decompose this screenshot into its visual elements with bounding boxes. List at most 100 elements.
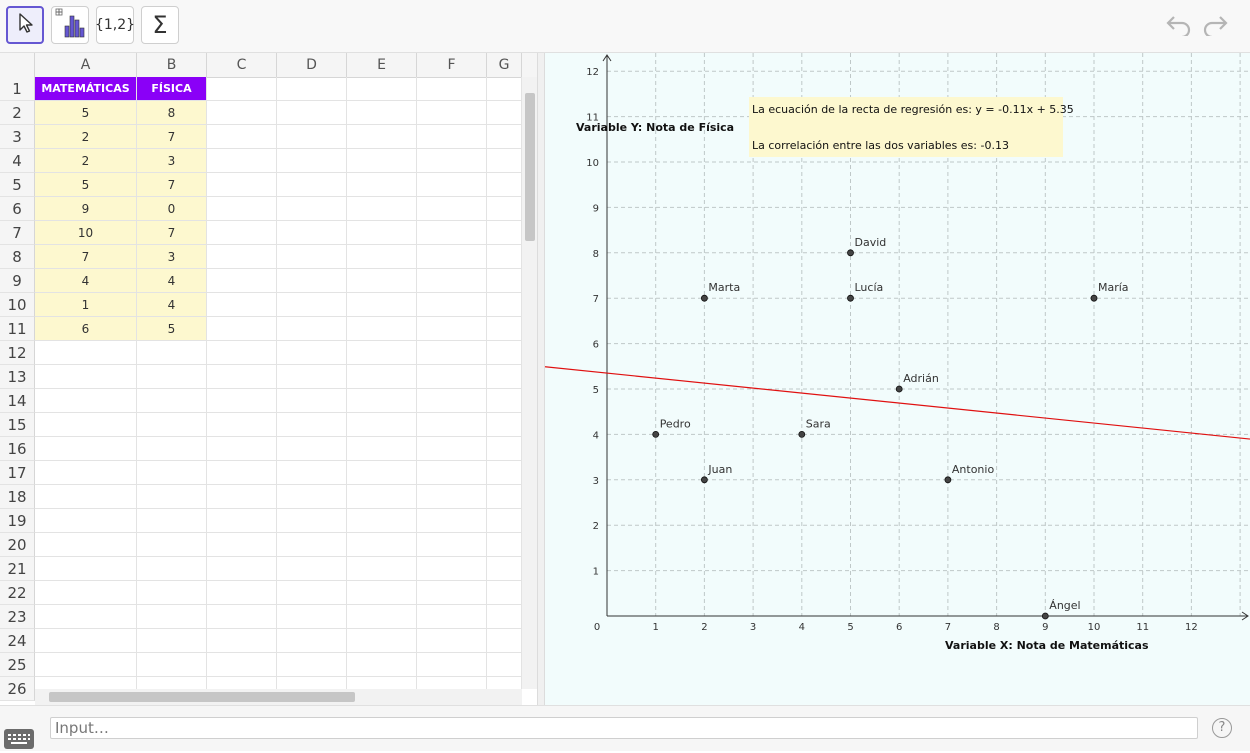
empty-cell[interactable] [487,245,522,269]
empty-cell[interactable] [207,125,277,149]
spreadsheet-view[interactable]: ABCDEFG 1 MATEMÁTICAS FÍSICA 2 5 8 3 2 7 4 2 3 5 5 7 6 9… [0,53,537,705]
empty-cell[interactable] [207,413,277,437]
data-point[interactable] [700,476,708,484]
horizontal-scroll-thumb[interactable] [49,692,355,702]
empty-cell[interactable] [137,485,207,509]
empty-cell[interactable] [35,605,137,629]
corner-cell[interactable] [0,53,35,77]
empty-cell[interactable] [137,413,207,437]
empty-cell[interactable] [207,461,277,485]
data-cell[interactable]: 8 [137,101,207,125]
row-header[interactable]: 8 [0,245,35,269]
empty-cell[interactable] [487,365,522,389]
empty-cell[interactable] [277,485,347,509]
empty-cell[interactable] [417,485,487,509]
empty-cell[interactable] [35,437,137,461]
sum-button[interactable]: Σ [141,6,179,44]
empty-cell[interactable] [487,77,522,101]
column-header[interactable]: A [35,53,137,77]
data-point[interactable] [895,385,903,393]
row-header[interactable]: 23 [0,605,35,629]
empty-cell[interactable] [277,581,347,605]
empty-cell[interactable] [347,269,417,293]
empty-cell[interactable] [487,221,522,245]
empty-cell[interactable] [417,389,487,413]
empty-cell[interactable] [35,461,137,485]
empty-cell[interactable] [487,389,522,413]
empty-cell[interactable] [277,605,347,629]
row-header[interactable]: 5 [0,173,35,197]
empty-cell[interactable] [487,125,522,149]
empty-cell[interactable] [487,533,522,557]
data-point[interactable] [652,430,660,438]
row-header[interactable]: 18 [0,485,35,509]
empty-cell[interactable] [347,221,417,245]
data-cell[interactable]: 6 [35,317,137,341]
empty-cell[interactable] [487,149,522,173]
empty-cell[interactable] [347,653,417,677]
column-header[interactable]: E [347,53,417,77]
empty-cell[interactable] [207,269,277,293]
move-tool-button[interactable] [6,6,44,44]
empty-cell[interactable] [417,629,487,653]
empty-cell[interactable] [487,437,522,461]
data-point[interactable] [1090,294,1098,302]
row-header[interactable]: 22 [0,581,35,605]
empty-cell[interactable] [207,509,277,533]
data-point[interactable] [798,430,806,438]
view-divider[interactable] [537,53,545,705]
data-cell[interactable]: 7 [35,245,137,269]
empty-cell[interactable] [417,437,487,461]
empty-cell[interactable] [417,413,487,437]
empty-cell[interactable] [347,581,417,605]
empty-cell[interactable] [347,365,417,389]
data-cell[interactable]: 10 [35,221,137,245]
row-header[interactable]: 6 [0,197,35,221]
row-header[interactable]: 12 [0,341,35,365]
empty-cell[interactable] [417,245,487,269]
empty-cell[interactable] [487,485,522,509]
empty-cell[interactable] [137,629,207,653]
empty-cell[interactable] [417,101,487,125]
empty-cell[interactable] [137,341,207,365]
row-header[interactable]: 10 [0,293,35,317]
empty-cell[interactable] [277,245,347,269]
empty-cell[interactable] [277,293,347,317]
data-cell[interactable]: 3 [137,245,207,269]
empty-cell[interactable] [417,221,487,245]
empty-cell[interactable] [277,317,347,341]
horizontal-scrollbar[interactable] [35,689,522,705]
row-header[interactable]: 2 [0,101,35,125]
empty-cell[interactable] [347,533,417,557]
empty-cell[interactable] [487,101,522,125]
data-cell[interactable]: 1 [35,293,137,317]
row-header[interactable]: 24 [0,629,35,653]
row-header[interactable]: 7 [0,221,35,245]
empty-cell[interactable] [417,533,487,557]
row-header[interactable]: 11 [0,317,35,341]
graphics-view[interactable]: 0 1 2 3 4 5 6 7 8 9 10 11 12 1 2 3 4 5 6 7 8 9 10 11 12 David Mar… [544,53,1250,705]
row-header[interactable]: 16 [0,437,35,461]
empty-cell[interactable] [277,557,347,581]
row-header[interactable]: 9 [0,269,35,293]
empty-cell[interactable] [35,581,137,605]
header-cell[interactable]: MATEMÁTICAS [35,77,137,101]
empty-cell[interactable] [35,389,137,413]
empty-cell[interactable] [487,629,522,653]
column-header[interactable]: G [487,53,522,77]
vertical-scroll-thumb[interactable] [525,93,535,241]
row-header[interactable]: 3 [0,125,35,149]
column-header[interactable]: D [277,53,347,77]
column-header[interactable]: B [137,53,207,77]
row-header[interactable]: 1 [0,77,35,101]
data-cell[interactable]: 2 [35,125,137,149]
empty-cell[interactable] [137,509,207,533]
empty-cell[interactable] [137,533,207,557]
data-point[interactable] [847,249,854,257]
empty-cell[interactable] [347,557,417,581]
empty-cell[interactable] [417,509,487,533]
help-icon[interactable]: ? [1212,718,1232,738]
empty-cell[interactable] [417,197,487,221]
empty-cell[interactable] [347,461,417,485]
empty-cell[interactable] [277,389,347,413]
